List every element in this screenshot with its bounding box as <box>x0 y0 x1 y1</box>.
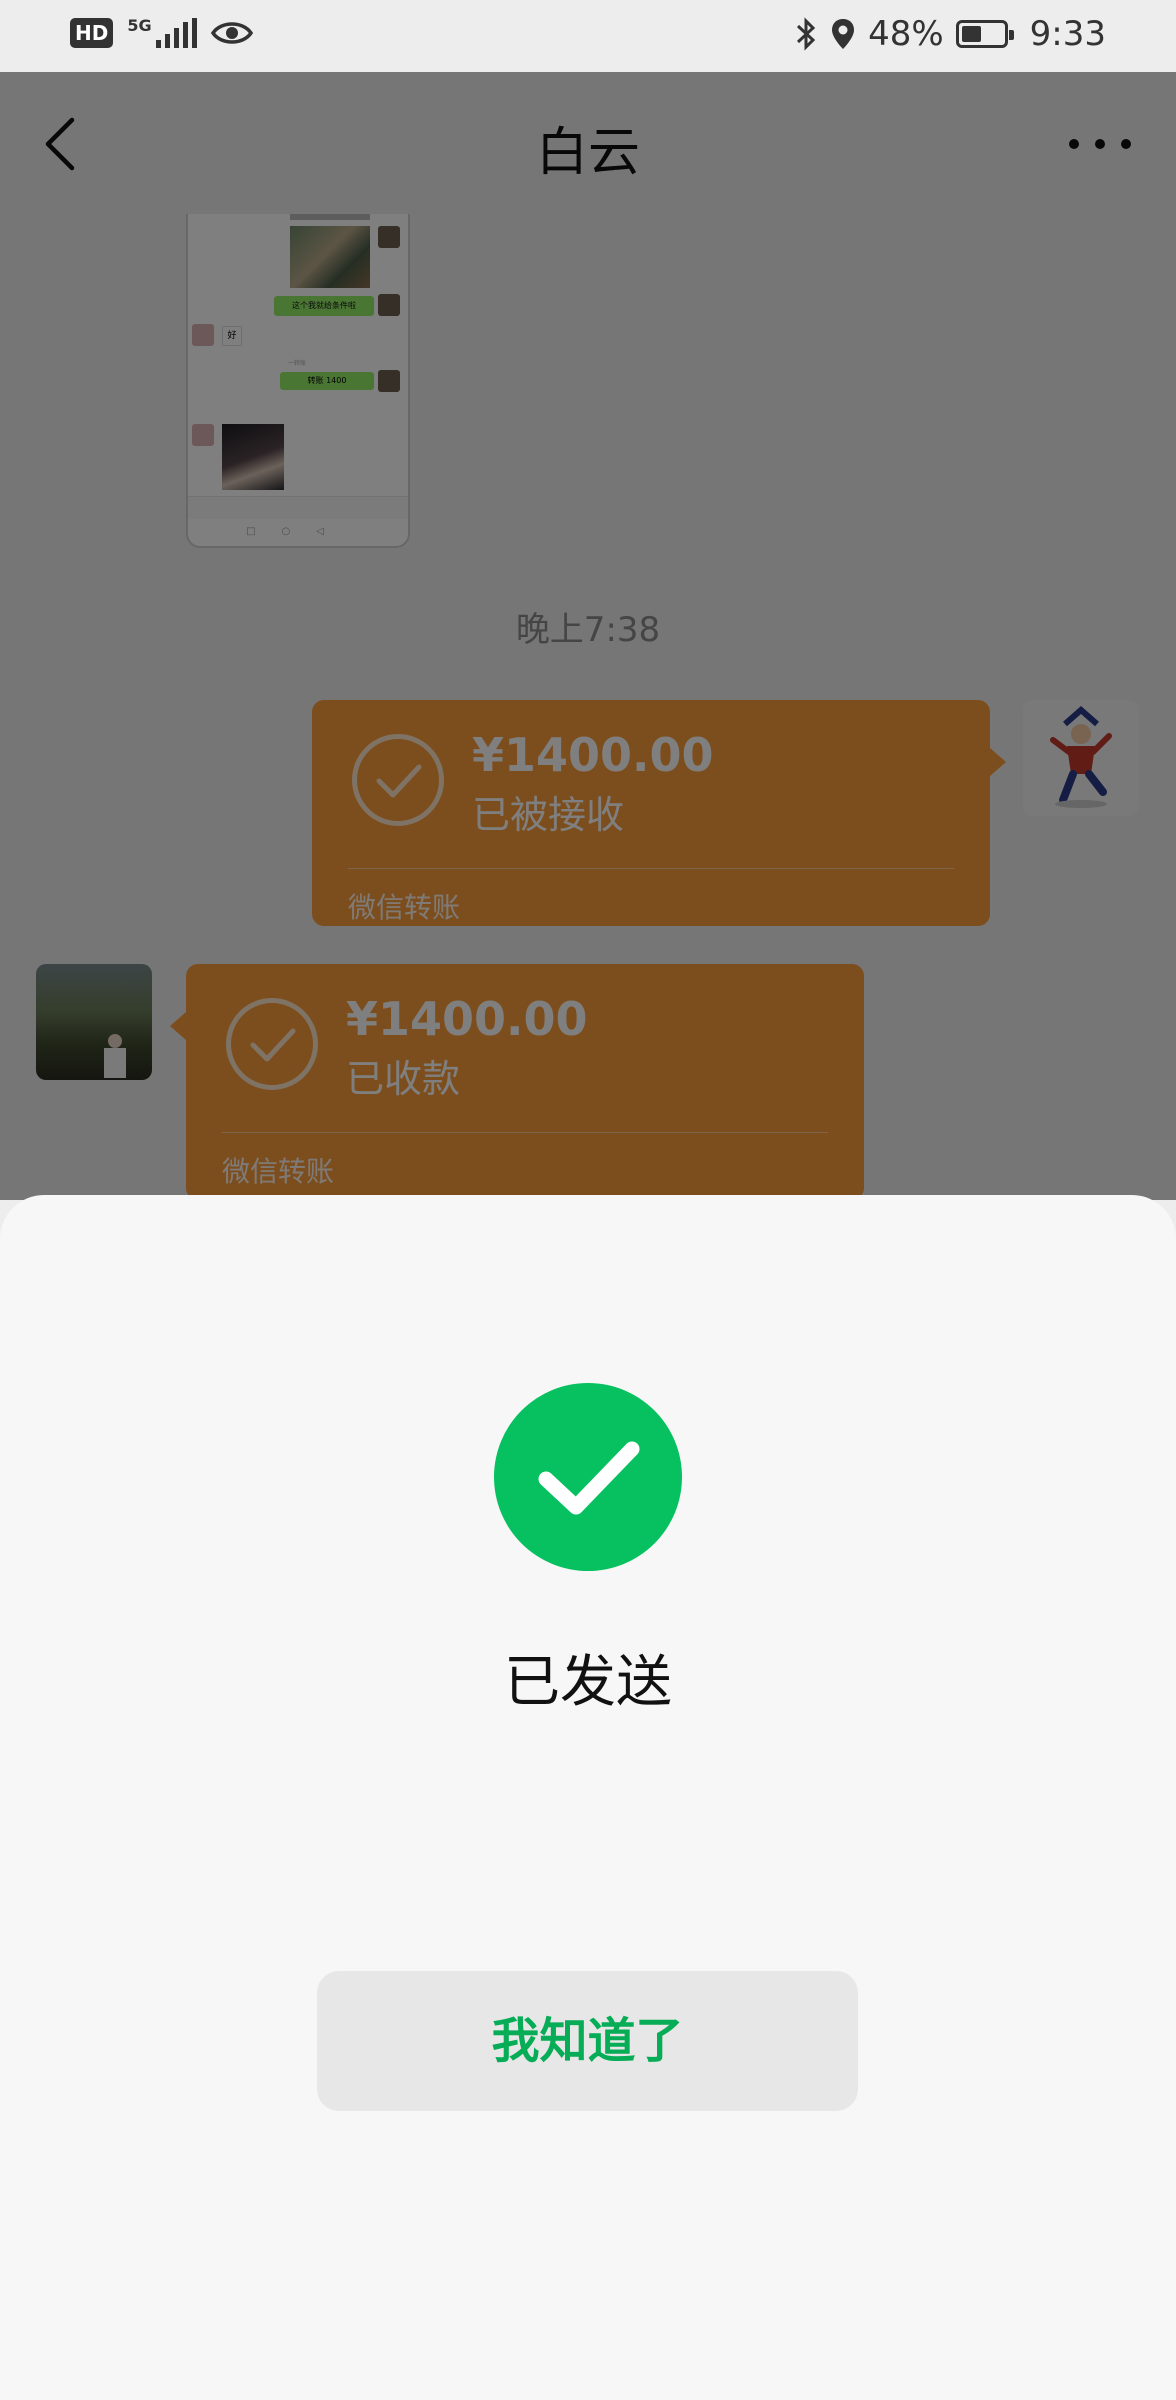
battery-percent: 48% <box>868 14 944 54</box>
status-right: 48% 9:33 <box>794 14 1106 54</box>
eye-icon <box>210 22 253 44</box>
battery-icon <box>955 20 1014 48</box>
bluetooth-icon <box>797 17 816 51</box>
sheet-title: 已发送 <box>504 1650 672 1715</box>
modal-backdrop[interactable] <box>0 72 1176 1200</box>
signal-icon <box>155 18 197 48</box>
battery-fill <box>961 26 981 42</box>
status-bar: HD 5G 48% 9:33 <box>0 0 1176 72</box>
got-it-button[interactable]: 我知道了 <box>317 1971 858 2111</box>
location-icon <box>832 19 855 49</box>
clock: 9:33 <box>1029 14 1106 54</box>
sent-confirmation-sheet: 已发送 我知道了 <box>0 1195 1176 2400</box>
network-label: 5G <box>127 16 152 35</box>
signal-group: 5G <box>127 16 197 48</box>
status-left: HD 5G <box>70 18 253 48</box>
hd-badge: HD <box>70 18 114 48</box>
success-check-icon <box>494 1383 682 1571</box>
